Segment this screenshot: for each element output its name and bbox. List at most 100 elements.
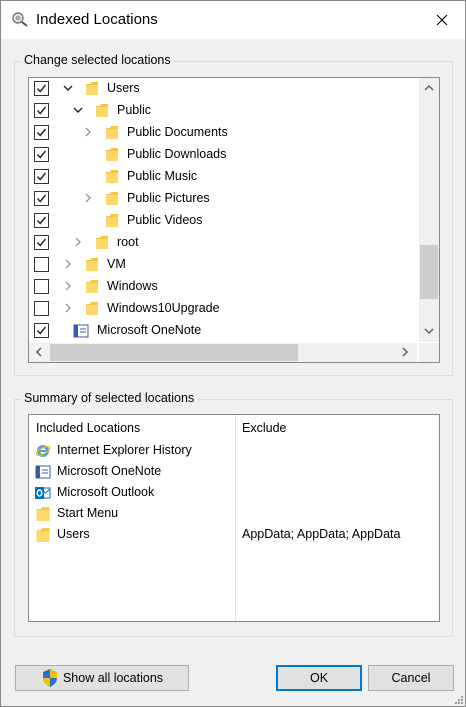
folder-icon bbox=[86, 82, 98, 95]
included-locations-header[interactable]: Included Locations bbox=[36, 421, 140, 435]
tree-item-label: Public Pictures bbox=[127, 191, 210, 205]
change-locations-label: Change selected locations bbox=[21, 53, 174, 67]
location-checkbox[interactable] bbox=[34, 301, 49, 316]
location-checkbox[interactable] bbox=[34, 235, 49, 250]
scroll-left-icon[interactable] bbox=[34, 347, 44, 357]
location-checkbox[interactable] bbox=[34, 279, 49, 294]
exclude-value: AppData; AppData; AppData bbox=[242, 527, 401, 541]
chevron-right-icon[interactable] bbox=[63, 303, 73, 313]
vertical-scrollbar[interactable] bbox=[419, 78, 439, 342]
tree-row[interactable]: root bbox=[29, 232, 417, 254]
tree-item-label: Microsoft OneNote bbox=[97, 323, 202, 337]
outlook-icon bbox=[35, 487, 51, 499]
chevron-right-icon[interactable] bbox=[63, 259, 73, 269]
indexed-locations-dialog: Indexed Locations Change selected locati… bbox=[0, 0, 466, 707]
tree-row[interactable]: Windows10Upgrade bbox=[29, 298, 417, 320]
chevron-right-icon[interactable] bbox=[83, 127, 93, 137]
tree-item-label: Windows bbox=[107, 279, 158, 293]
scrollbar-corner bbox=[419, 343, 439, 362]
folder-icon bbox=[106, 148, 118, 161]
included-location-label: Start Menu bbox=[57, 506, 119, 520]
folder-icon bbox=[36, 528, 50, 542]
summary-row[interactable]: Microsoft OneNote bbox=[35, 462, 435, 483]
included-location-label: Microsoft OneNote bbox=[57, 464, 162, 478]
summary-row[interactable]: Internet Explorer History bbox=[35, 441, 435, 462]
cancel-button[interactable]: Cancel bbox=[368, 665, 454, 691]
scroll-right-icon[interactable] bbox=[400, 347, 410, 357]
folder-icon bbox=[36, 507, 50, 521]
summary-row[interactable]: Users AppData; AppData; AppData bbox=[35, 525, 435, 546]
locations-tree[interactable]: Users Public Public Documents Public Downlo… bbox=[28, 77, 440, 363]
summary-row[interactable]: Start Menu bbox=[35, 504, 435, 525]
checkmark-icon bbox=[36, 326, 47, 335]
folder-icon bbox=[106, 126, 118, 139]
tree-row[interactable]: VM bbox=[29, 254, 417, 276]
location-checkbox[interactable] bbox=[34, 81, 49, 96]
checkmark-icon bbox=[36, 128, 47, 137]
tree-row[interactable]: Public Music bbox=[29, 166, 417, 188]
tree-row[interactable]: Public Downloads bbox=[29, 144, 417, 166]
close-button[interactable] bbox=[419, 1, 465, 39]
location-checkbox[interactable] bbox=[34, 213, 49, 228]
title-bar: Indexed Locations bbox=[1, 1, 465, 39]
tree-row[interactable]: Public bbox=[29, 100, 417, 122]
checkmark-icon bbox=[36, 150, 47, 159]
tree-row[interactable]: Microsoft OneNote bbox=[29, 320, 417, 342]
chevron-down-icon[interactable] bbox=[63, 83, 73, 93]
location-checkbox[interactable] bbox=[34, 191, 49, 206]
chevron-right-icon[interactable] bbox=[83, 193, 93, 203]
show-all-locations-label: Show all locations bbox=[62, 671, 164, 685]
horizontal-scrollbar[interactable] bbox=[29, 343, 417, 362]
location-checkbox[interactable] bbox=[34, 125, 49, 140]
tree-item-label: Public bbox=[117, 103, 152, 117]
tree-row[interactable]: Public Pictures bbox=[29, 188, 417, 210]
ok-label: OK bbox=[309, 671, 329, 685]
tree-row[interactable]: Public Documents bbox=[29, 122, 417, 144]
chevron-right-icon[interactable] bbox=[63, 281, 73, 291]
included-location-label: Users bbox=[57, 527, 90, 541]
included-location-label: Internet Explorer History bbox=[57, 443, 192, 457]
summary-row[interactable]: Microsoft Outlook bbox=[35, 483, 435, 504]
folder-icon bbox=[86, 280, 98, 293]
location-checkbox[interactable] bbox=[34, 323, 49, 338]
show-all-locations-button[interactable]: Show all locations bbox=[15, 665, 189, 691]
scroll-up-icon[interactable] bbox=[424, 83, 434, 93]
tree-item-label: Public Documents bbox=[127, 125, 228, 139]
onenote-icon bbox=[35, 465, 51, 479]
summary-label: Summary of selected locations bbox=[21, 391, 198, 405]
location-checkbox[interactable] bbox=[34, 147, 49, 162]
window-title: Indexed Locations bbox=[36, 11, 158, 28]
close-icon bbox=[436, 14, 448, 26]
tree-item-label: Windows10Upgrade bbox=[107, 301, 220, 315]
summary-list[interactable]: Included Locations Exclude Internet Expl… bbox=[28, 414, 440, 622]
location-checkbox[interactable] bbox=[34, 103, 49, 118]
folder-icon bbox=[96, 104, 108, 117]
ok-button[interactable]: OK bbox=[276, 665, 362, 691]
horizontal-scroll-thumb[interactable] bbox=[50, 344, 298, 361]
tree-item-label: Public Downloads bbox=[127, 147, 227, 161]
tree-item-label: Public Videos bbox=[127, 213, 203, 227]
location-checkbox[interactable] bbox=[34, 169, 49, 184]
resize-grip-icon[interactable] bbox=[453, 694, 463, 704]
ie-icon bbox=[35, 445, 51, 457]
checkmark-icon bbox=[36, 238, 47, 247]
included-location-label: Microsoft Outlook bbox=[57, 485, 155, 499]
checkmark-icon bbox=[36, 194, 47, 203]
cancel-label: Cancel bbox=[391, 671, 431, 685]
chevron-right-icon[interactable] bbox=[73, 237, 83, 247]
shield-icon bbox=[42, 669, 57, 687]
folder-icon bbox=[106, 170, 118, 183]
chevron-down-icon[interactable] bbox=[73, 105, 83, 115]
tree-row[interactable]: Windows bbox=[29, 276, 417, 298]
tree-item-label: root bbox=[117, 235, 139, 249]
folder-icon bbox=[86, 258, 98, 271]
scroll-down-icon[interactable] bbox=[424, 326, 434, 336]
tree-row[interactable]: Users bbox=[29, 78, 417, 100]
exclude-header[interactable]: Exclude bbox=[242, 421, 286, 435]
tree-row[interactable]: Public Videos bbox=[29, 210, 417, 232]
tree-item-label: Public Music bbox=[127, 169, 198, 183]
folder-icon bbox=[86, 302, 98, 315]
indexing-options-icon bbox=[12, 12, 28, 27]
location-checkbox[interactable] bbox=[34, 257, 49, 272]
vertical-scroll-thumb[interactable] bbox=[420, 245, 438, 299]
